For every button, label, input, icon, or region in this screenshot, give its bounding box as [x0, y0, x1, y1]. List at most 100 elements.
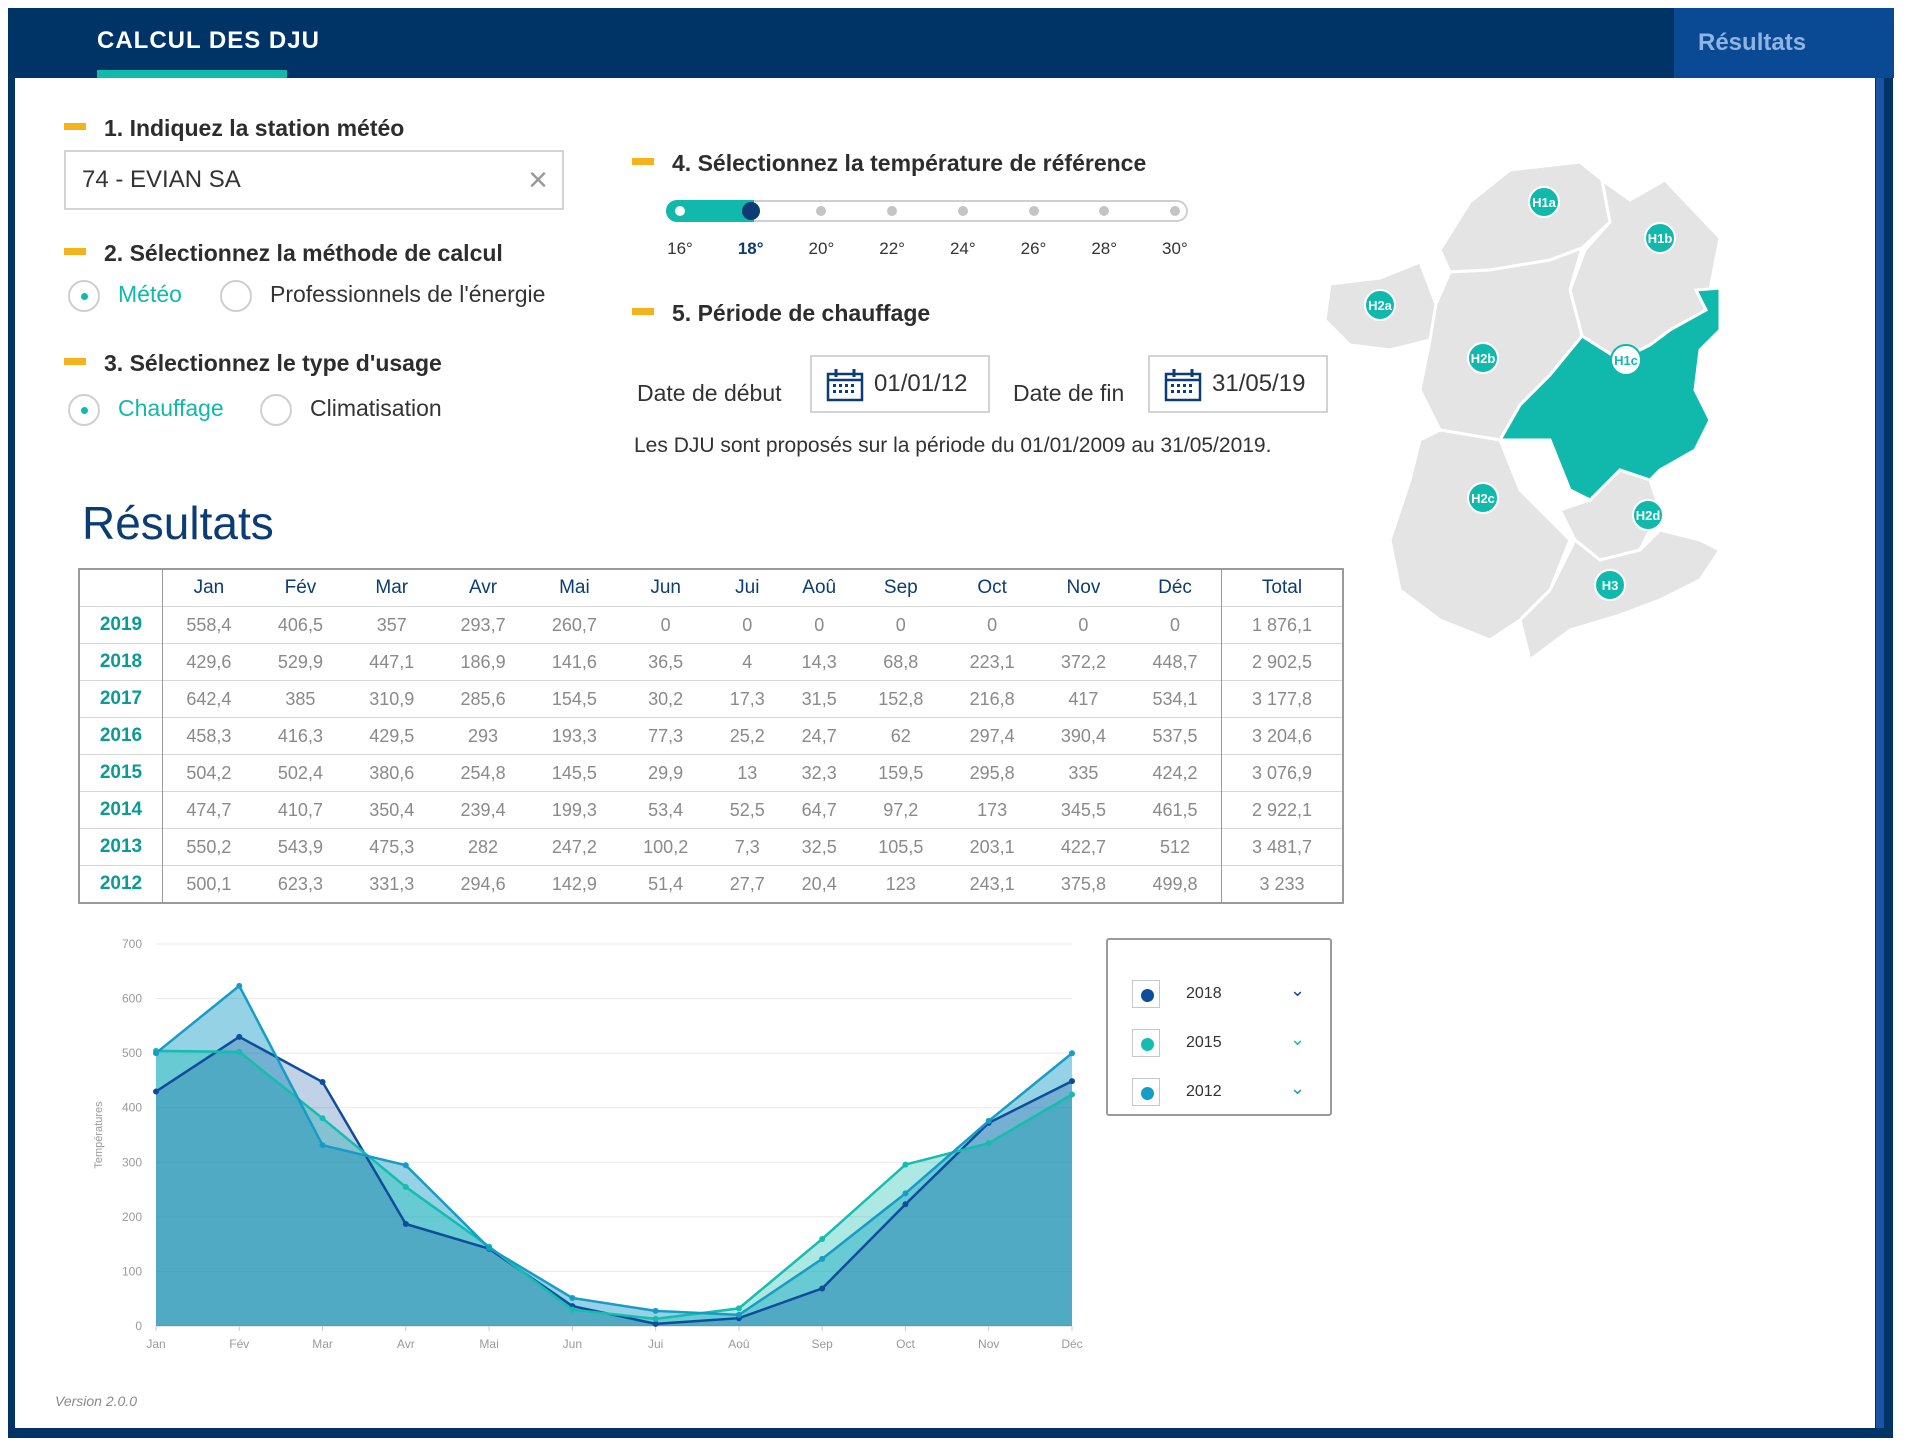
table-row: 2014 474,7 410,7 350,4 239,4 199,3 53,4 52,5 64,… [79, 791, 1343, 829]
chevron-down-icon[interactable]: ⌄ [1290, 980, 1305, 1001]
table-cell: 24,7 [783, 717, 856, 755]
table-cell: 77,3 [620, 717, 712, 755]
row-total: 1 876,1 [1221, 606, 1343, 644]
table-cell: 0 [783, 606, 856, 644]
table-cell: 474,7 [162, 791, 255, 829]
column-header: Aoû [802, 577, 837, 598]
radio-climatisation[interactable]: Climatisation [260, 394, 442, 426]
data-point-2018 [153, 1088, 159, 1095]
results-title: Résultats [82, 497, 274, 549]
y-tick-label: 500 [122, 1046, 142, 1060]
radio-meteo[interactable]: Météo [68, 280, 182, 312]
table-cell: 52,5 [711, 791, 784, 829]
table-cell: 14,3 [783, 643, 856, 681]
table-cell: 100,2 [620, 828, 712, 866]
table-cell: 543,9 [254, 828, 347, 866]
table-cell: 0 [1129, 606, 1222, 644]
data-point-2015 [236, 1048, 243, 1055]
column-header: Jui [735, 577, 760, 598]
table-cell: 123 [855, 865, 947, 903]
table-cell: 30,2 [620, 680, 712, 718]
table-cell: 385 [254, 680, 347, 718]
row-total: 2 902,5 [1221, 643, 1343, 681]
table-cell: 512 [1129, 828, 1222, 866]
row-year: 2012 [79, 865, 163, 903]
table-cell: 297,4 [946, 717, 1038, 755]
start-date-field[interactable]: 01/01/12 [810, 355, 990, 413]
data-point-2015 [402, 1183, 409, 1190]
step-marker-icon [64, 248, 86, 256]
x-tick-label: Fév [229, 1337, 249, 1351]
temperature-tick-label[interactable]: 28° [1079, 239, 1129, 259]
table-cell: 17,3 [711, 680, 784, 718]
data-point-2012 [319, 1142, 326, 1149]
temperature-tick-label[interactable]: 30° [1150, 239, 1200, 259]
station-input[interactable]: 74 - EVIAN SA × [64, 150, 564, 210]
dju-area-chart: 0 100 200 300 400 500 600 700 Jan Fév Mar Avr Mai Jun… [93, 937, 1083, 1351]
zone-marker-h2d: H2d [1632, 499, 1664, 531]
table-cell: 29,9 [620, 754, 712, 792]
legend-item-2018[interactable]: 2018 ⌄ [1132, 980, 1322, 1010]
table-cell: 475,3 [346, 828, 438, 866]
table-cell: 375,8 [1037, 865, 1130, 903]
column-header: Jan [193, 577, 225, 598]
data-point-2012 [902, 1190, 909, 1197]
radio-chauffage[interactable]: Chauffage [68, 394, 224, 426]
legend-checkbox[interactable] [1132, 1029, 1160, 1057]
table-row: 2019 558,4 406,5 357 293,7 260,7 0 0 0 0 0 0 0 1 876,… [79, 606, 1343, 644]
row-year: 2016 [79, 717, 163, 755]
column-header: Avr [468, 577, 498, 598]
slider-tick[interactable] [675, 206, 685, 216]
slider-tick[interactable] [1169, 206, 1180, 216]
table-cell: 550,2 [162, 828, 255, 866]
legend-item-2012[interactable]: 2012 ⌄ [1132, 1078, 1322, 1108]
table-cell: 173 [946, 791, 1038, 829]
slider-tick[interactable] [1028, 206, 1039, 216]
column-header: Sep [883, 577, 918, 598]
slider-tick[interactable] [957, 206, 968, 216]
temperature-tick-label[interactable]: 24° [938, 239, 988, 259]
table-cell: 154,5 [528, 680, 621, 718]
table-row: 2015 504,2 502,4 380,6 254,8 145,5 29,9 13 32,3 1… [79, 754, 1343, 792]
svg-text:H1c: H1c [1614, 353, 1638, 368]
legend-item-2015[interactable]: 2015 ⌄ [1132, 1029, 1322, 1059]
temperature-tick-label[interactable]: 20° [796, 239, 846, 259]
table-cell: 32,3 [783, 754, 856, 792]
temperature-tick-label[interactable]: 22° [867, 239, 917, 259]
table-cell: 68,8 [855, 643, 947, 681]
table-cell: 500,1 [162, 865, 255, 903]
step-method-heading: 2. Sélectionnez la méthode de calcul [64, 240, 503, 267]
table-row: 2018 429,6 529,9 447,1 186,9 141,6 36,5 4 14,3 68… [79, 643, 1343, 681]
results-tab[interactable]: Résultats [1674, 8, 1894, 78]
table-cell: 642,4 [162, 680, 255, 718]
row-total: 3 204,6 [1221, 717, 1343, 755]
row-total: 3 481,7 [1221, 828, 1343, 866]
calendar-icon [826, 369, 864, 402]
data-point-2012 [236, 982, 243, 989]
table-cell: 142,9 [528, 865, 621, 903]
table-cell: 293 [437, 717, 529, 755]
radio-professionnels[interactable]: Professionnels de l'énergie [220, 280, 545, 312]
slider-thumb[interactable] [741, 202, 760, 220]
end-date-field[interactable]: 31/05/19 [1148, 355, 1328, 413]
row-year: 2014 [79, 791, 163, 829]
table-cell: 458,3 [162, 717, 255, 755]
table-cell: 193,3 [528, 717, 621, 755]
temperature-tick-label[interactable]: 16° [655, 239, 705, 259]
table-header-row: Jan Fév Mar Avr Mai Jun Jui Aoû Sep Oct Nov Déc Tota… [79, 569, 1343, 607]
table-cell: 105,5 [855, 828, 947, 866]
legend-checkbox[interactable] [1132, 980, 1160, 1008]
legend-checkbox[interactable] [1132, 1078, 1160, 1106]
zone-marker-h2b: H2b [1467, 342, 1499, 374]
chevron-down-icon[interactable]: ⌄ [1290, 1029, 1305, 1050]
clear-icon[interactable]: × [528, 152, 548, 208]
chevron-down-icon[interactable]: ⌄ [1290, 1078, 1305, 1099]
temperature-tick-label[interactable]: 18° [726, 239, 776, 259]
table-cell: 25,2 [711, 717, 784, 755]
series-dot-icon [1141, 1087, 1154, 1100]
temperature-tick-label[interactable]: 26° [1009, 239, 1059, 259]
table-cell: 62 [855, 717, 947, 755]
series-dot-icon [1141, 1038, 1154, 1051]
scrollbar-strip [1876, 78, 1884, 1428]
table-cell: 145,5 [528, 754, 621, 792]
